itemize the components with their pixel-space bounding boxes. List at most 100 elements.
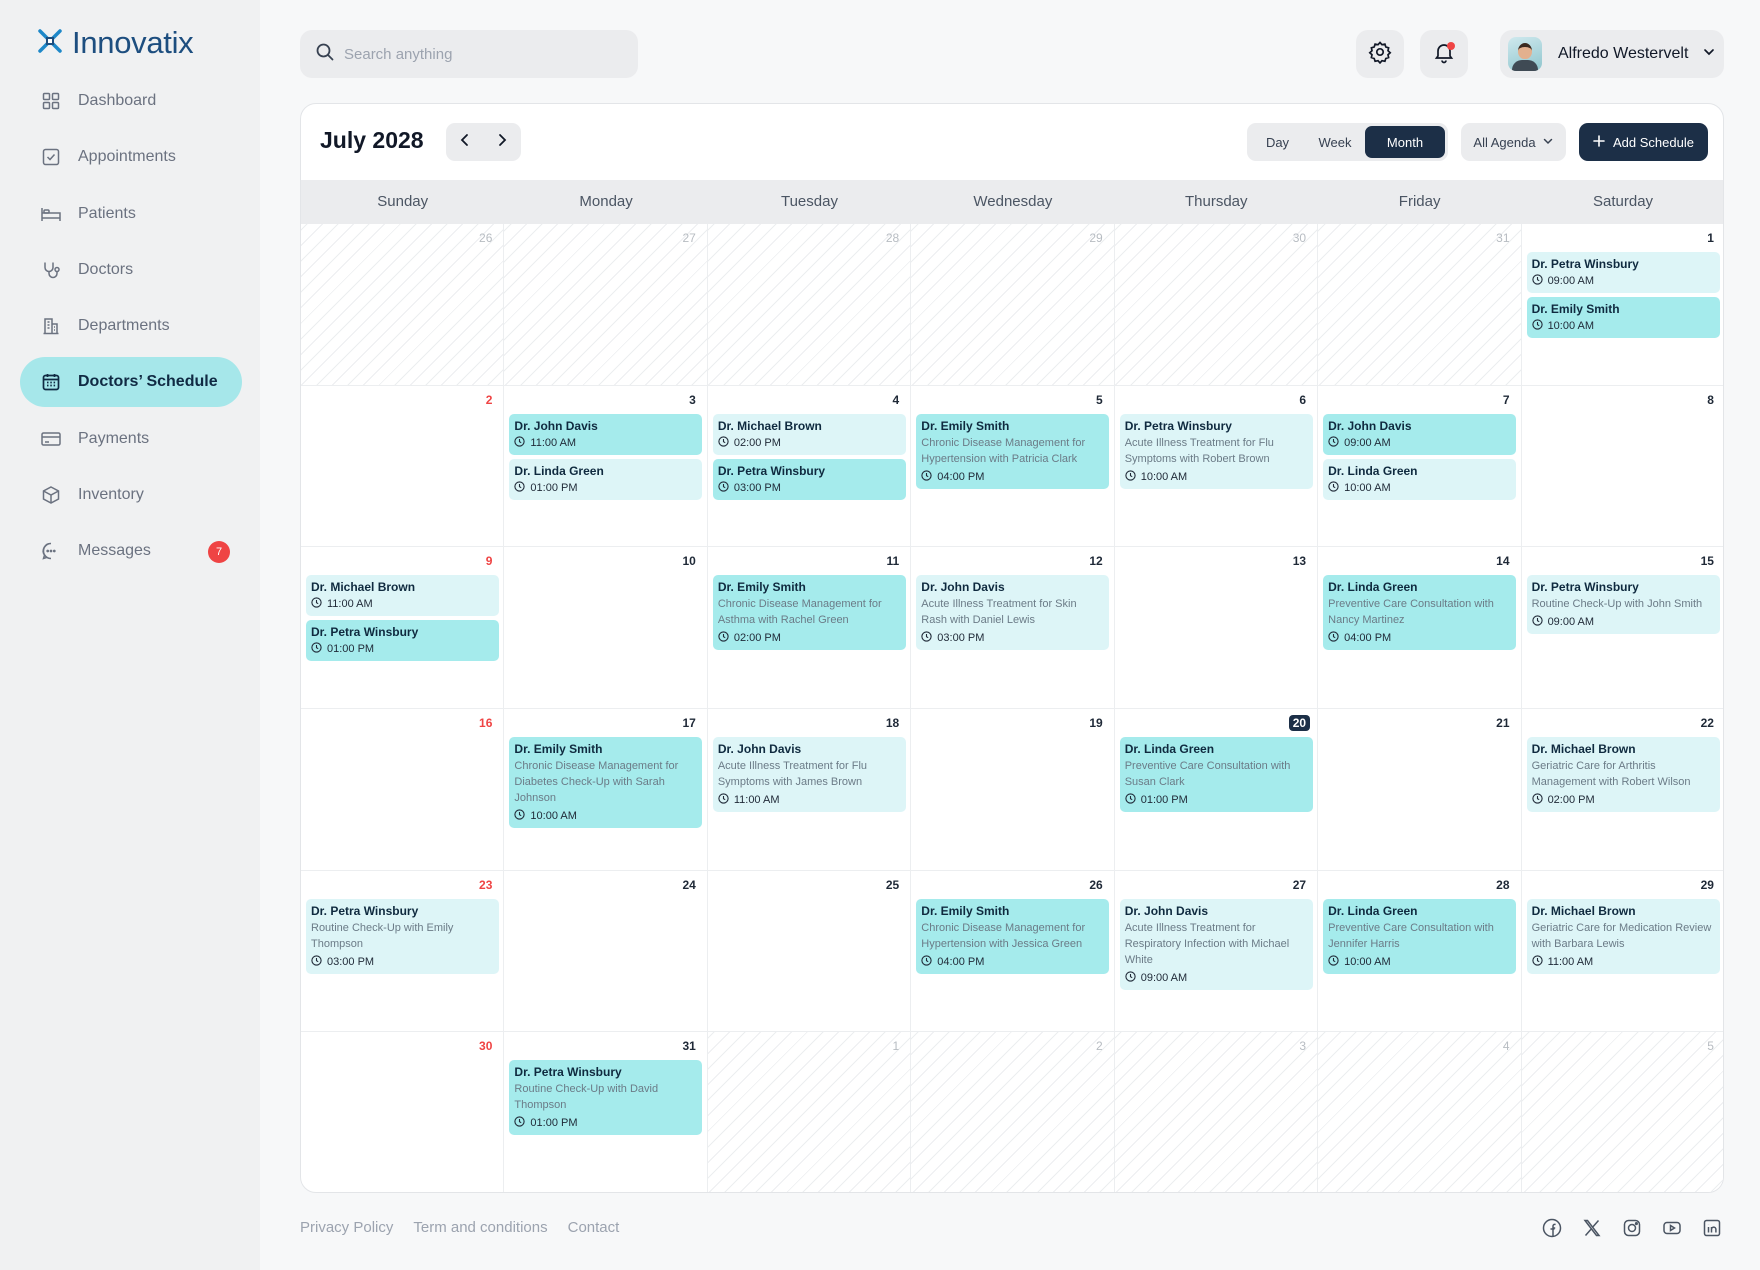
contact-link[interactable]: Contact bbox=[568, 1219, 620, 1236]
x-icon[interactable] bbox=[1580, 1216, 1604, 1240]
day-number: 31 bbox=[1496, 231, 1510, 245]
calendar-day-cell[interactable]: 3 Dr. John Davis 11:00 AM Dr. Linda Green 01… bbox=[504, 385, 708, 548]
next-month-button[interactable] bbox=[484, 123, 522, 161]
calendar-day-cell[interactable]: 31 Dr. Petra Winsbury Routine Check-Up wit… bbox=[504, 1032, 708, 1192]
agenda-filter-dropdown[interactable]: All Agenda bbox=[1461, 123, 1566, 161]
view-month-tab[interactable]: Month bbox=[1365, 126, 1445, 158]
calendar-day-cell[interactable]: 5 bbox=[1521, 1032, 1723, 1192]
calendar-day-cell[interactable]: 19 bbox=[911, 709, 1115, 871]
calendar-day-cell[interactable]: 26 Dr. Emily Smith Chronic Disease Managem… bbox=[911, 870, 1115, 1033]
calendar-day-cell[interactable]: 22 Dr. Michael Brown Geriatric Care for Ar… bbox=[1521, 709, 1723, 871]
day-number: 7 bbox=[1502, 392, 1510, 407]
sidebar-item-patients[interactable]: Patients bbox=[20, 189, 242, 239]
appointment-event[interactable]: Dr. Emily Smith Chronic Disease Managemen… bbox=[916, 413, 1110, 489]
add-schedule-button[interactable]: Add Schedule bbox=[1579, 123, 1708, 161]
appointment-event[interactable]: Dr. John Davis Acute Illness Treatment fo… bbox=[1119, 898, 1313, 990]
appointment-event[interactable]: Dr. Michael Brown 02:00 PM bbox=[712, 413, 906, 455]
sidebar-item-appointments[interactable]: Appointments bbox=[20, 132, 242, 182]
appointment-event[interactable]: Dr. Petra Winsbury Acute Illness Treatmen… bbox=[1119, 413, 1313, 489]
sidebar-item-payments[interactable]: Payments bbox=[20, 414, 242, 464]
calendar-day-cell[interactable]: 28 Dr. Linda Green Preventive Care Consult… bbox=[1318, 870, 1522, 1033]
appointment-event[interactable]: Dr. Petra Winsbury 09:00 AM bbox=[1526, 252, 1720, 293]
appointment-event[interactable]: Dr. Linda Green 10:00 AM bbox=[1323, 458, 1517, 500]
appointment-event[interactable]: Dr. John Davis Acute Illness Treatment fo… bbox=[712, 737, 906, 812]
youtube-icon[interactable] bbox=[1660, 1216, 1684, 1240]
sidebar-item-inventory[interactable]: Inventory bbox=[20, 470, 242, 520]
settings-button[interactable] bbox=[1356, 30, 1404, 78]
appointment-event[interactable]: Dr. Petra Winsbury Routine Check-Up with … bbox=[509, 1060, 703, 1136]
linkedin-icon[interactable] bbox=[1700, 1216, 1724, 1240]
terms-link[interactable]: Term and conditions bbox=[413, 1219, 547, 1236]
calendar-day-cell[interactable]: 1 bbox=[707, 1032, 912, 1192]
calendar-day-cell[interactable]: 20 Dr. Linda Green Preventive Care Consult… bbox=[1114, 709, 1319, 871]
sidebar-item-doctors-schedule[interactable]: Doctors’ Schedule bbox=[20, 357, 242, 408]
sidebar-item-departments[interactable]: Departments bbox=[20, 301, 242, 351]
calendar-day-cell[interactable]: 27 bbox=[504, 224, 708, 386]
appointment-event[interactable]: Dr. Linda Green Preventive Care Consultat… bbox=[1119, 737, 1313, 812]
calendar-day-cell[interactable]: 23 Dr. Petra Winsbury Routine Check-Up wit… bbox=[301, 870, 505, 1033]
prev-month-button[interactable] bbox=[446, 123, 484, 161]
calendar-day-cell[interactable]: 18 Dr. John Davis Acute Illness Treatment … bbox=[707, 709, 912, 871]
calendar-day-cell[interactable]: 27 Dr. John Davis Acute Illness Treatment … bbox=[1114, 870, 1319, 1033]
appointment-event[interactable]: Dr. Linda Green Preventive Care Consultat… bbox=[1323, 898, 1517, 974]
user-menu[interactable]: Alfredo Westervelt bbox=[1500, 30, 1724, 78]
calendar-day-cell[interactable]: 4 bbox=[1318, 1032, 1522, 1192]
instagram-icon[interactable] bbox=[1620, 1216, 1644, 1240]
calendar-day-cell[interactable]: 24 bbox=[504, 870, 708, 1033]
appointment-event[interactable]: Dr. John Davis Acute Illness Treatment fo… bbox=[916, 575, 1110, 651]
calendar-day-cell[interactable]: 26 bbox=[301, 224, 505, 386]
calendar-day-cell[interactable]: 2 bbox=[301, 385, 505, 548]
notifications-button[interactable] bbox=[1420, 30, 1468, 78]
calendar-day-cell[interactable]: 4 Dr. Michael Brown 02:00 PM Dr. Petra Wins… bbox=[707, 385, 912, 548]
calendar-day-cell[interactable]: 30 bbox=[1114, 224, 1319, 386]
calendar-day-cell[interactable]: 21 bbox=[1318, 709, 1522, 871]
search-input[interactable] bbox=[344, 45, 614, 63]
appointment-event[interactable]: Dr. Emily Smith Chronic Disease Managemen… bbox=[916, 898, 1110, 974]
facebook-icon[interactable] bbox=[1540, 1216, 1564, 1240]
calendar-day-cell[interactable]: 12 Dr. John Davis Acute Illness Treatment … bbox=[911, 547, 1115, 710]
calendar-day-cell[interactable]: 2 bbox=[911, 1032, 1115, 1192]
calendar-day-cell[interactable]: 29 Dr. Michael Brown Geriatric Care for Me… bbox=[1521, 871, 1723, 1033]
calendar-day-cell[interactable]: 29 bbox=[911, 224, 1115, 386]
appointment-event[interactable]: Dr. Emily Smith 10:00 AM bbox=[1526, 297, 1720, 338]
calendar-day-cell[interactable]: 5 Dr. Emily Smith Chronic Disease Manageme… bbox=[911, 385, 1115, 548]
privacy-policy-link[interactable]: Privacy Policy bbox=[300, 1219, 393, 1236]
view-day-tab[interactable]: Day bbox=[1250, 126, 1305, 158]
calendar-day-cell[interactable]: 28 bbox=[707, 224, 912, 386]
calendar-day-cell[interactable]: 17 Dr. Emily Smith Chronic Disease Managem… bbox=[504, 709, 708, 871]
appointment-event[interactable]: Dr. Petra Winsbury 03:00 PM bbox=[712, 458, 906, 500]
appointment-event[interactable]: Dr. Linda Green 01:00 PM bbox=[509, 458, 703, 500]
appointment-event[interactable]: Dr. Emily Smith Chronic Disease Managemen… bbox=[509, 737, 703, 828]
logo[interactable]: Innovatix bbox=[36, 25, 194, 61]
calendar-day-cell[interactable]: 14 Dr. Linda Green Preventive Care Consult… bbox=[1318, 547, 1522, 710]
appointment-event[interactable]: Dr. Michael Brown Geriatric Care for Arth… bbox=[1526, 737, 1720, 812]
appointment-event[interactable]: Dr. Petra Winsbury Routine Check-Up with … bbox=[306, 898, 499, 974]
calendar-day-cell[interactable]: 9 Dr. Michael Brown 11:00 AM Dr. Petra Wins… bbox=[301, 547, 505, 710]
calendar-day-cell[interactable]: 3 bbox=[1114, 1032, 1319, 1192]
calendar-day-cell[interactable]: 16 bbox=[301, 709, 505, 871]
appointment-event[interactable]: Dr. Michael Brown Geriatric Care for Medi… bbox=[1526, 898, 1720, 974]
calendar-day-cell[interactable]: 31 bbox=[1318, 224, 1522, 386]
sidebar-item-doctors[interactable]: Doctors bbox=[20, 245, 242, 295]
calendar-day-cell[interactable]: 10 bbox=[504, 547, 708, 710]
view-week-tab[interactable]: Week bbox=[1305, 126, 1365, 158]
calendar-day-cell[interactable]: 8 bbox=[1521, 386, 1723, 548]
calendar-day-cell[interactable]: 1 Dr. Petra Winsbury 09:00 AM Dr. Emily Smi… bbox=[1521, 224, 1723, 386]
calendar-day-cell[interactable]: 30 bbox=[301, 1032, 505, 1192]
calendar-day-cell[interactable]: 25 bbox=[707, 870, 912, 1033]
calendar-day-cell[interactable]: 13 bbox=[1114, 547, 1319, 710]
sidebar-item-dashboard[interactable]: Dashboard bbox=[20, 76, 242, 126]
appointment-event[interactable]: Dr. Petra Winsbury 01:00 PM bbox=[306, 620, 499, 662]
appointment-event[interactable]: Dr. Petra Winsbury Routine Check-Up with … bbox=[1526, 575, 1720, 635]
calendar-day-cell[interactable]: 6 Dr. Petra Winsbury Acute Illness Treatme… bbox=[1114, 385, 1319, 548]
appointment-event[interactable]: Dr. Emily Smith Chronic Disease Managemen… bbox=[712, 575, 906, 651]
calendar-day-cell[interactable]: 15 Dr. Petra Winsbury Routine Check-Up wit… bbox=[1521, 547, 1723, 710]
appointment-event[interactable]: Dr. John Davis 09:00 AM bbox=[1323, 413, 1517, 455]
calendar-day-cell[interactable]: 7 Dr. John Davis 09:00 AM Dr. Linda Green 10… bbox=[1318, 385, 1522, 548]
calendar-day-cell[interactable]: 11 Dr. Emily Smith Chronic Disease Managem… bbox=[707, 547, 912, 710]
appointment-event[interactable]: Dr. Michael Brown 11:00 AM bbox=[306, 575, 499, 617]
appointment-event[interactable]: Dr. Linda Green Preventive Care Consultat… bbox=[1323, 575, 1517, 651]
appointment-event[interactable]: Dr. John Davis 11:00 AM bbox=[509, 413, 703, 455]
search-bar[interactable] bbox=[300, 30, 638, 78]
sidebar-item-messages[interactable]: Messages 7 bbox=[20, 526, 242, 576]
